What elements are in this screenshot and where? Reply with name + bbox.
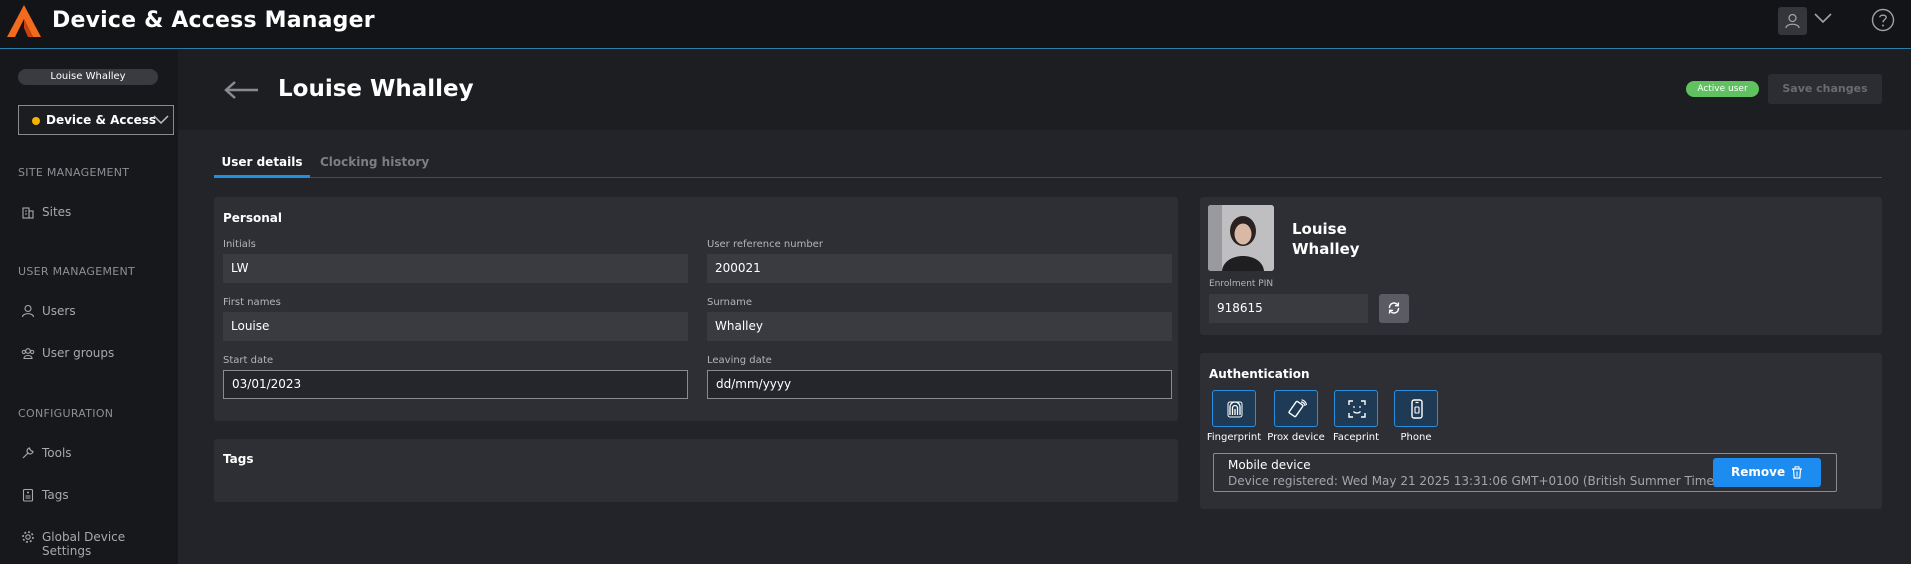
back-arrow-icon[interactable] bbox=[224, 80, 260, 100]
prox-card-icon bbox=[1288, 399, 1307, 418]
authentication-panel: Authentication Fingerprint Prox device F… bbox=[1200, 353, 1882, 509]
enrolment-pin-label: Enrolment PIN bbox=[1209, 279, 1274, 289]
fingerprint-method-button[interactable] bbox=[1212, 390, 1256, 427]
remove-button-label: Remove bbox=[1731, 465, 1786, 479]
profile-panel: Louise Whalley Enrolment PIN 918615 bbox=[1200, 197, 1882, 335]
regenerate-pin-button[interactable] bbox=[1379, 294, 1409, 323]
user-icon bbox=[21, 304, 35, 318]
personal-panel: Personal Initials LW User reference numb… bbox=[214, 197, 1178, 421]
app-logo bbox=[7, 5, 41, 37]
main-content: Louise Whalley Active user Save changes … bbox=[178, 50, 1911, 564]
panel-title: Authentication bbox=[1209, 367, 1310, 381]
fingerprint-label: Fingerprint bbox=[1206, 432, 1262, 443]
panel-title: Personal bbox=[223, 211, 282, 225]
user-group-icon bbox=[21, 348, 35, 360]
wrench-icon bbox=[22, 447, 34, 459]
top-bar: Device & Access Manager bbox=[0, 0, 1911, 49]
sidebar-item-user-groups[interactable]: User groups bbox=[18, 343, 178, 365]
section-title-site-management: SITE MANAGEMENT bbox=[18, 166, 130, 179]
profile-name: Louise Whalley bbox=[1292, 219, 1360, 259]
device-name: Mobile device bbox=[1228, 458, 1311, 472]
leaving-date-label: Leaving date bbox=[707, 355, 772, 366]
section-title-configuration: CONFIGURATION bbox=[18, 407, 114, 420]
section-title-user-management: USER MANAGEMENT bbox=[18, 265, 136, 278]
user-icon bbox=[1785, 13, 1800, 29]
registered-device-card: Mobile device Device registered: Wed May… bbox=[1213, 453, 1837, 492]
surname-field[interactable]: Whalley bbox=[707, 312, 1172, 341]
tags-panel: Tags bbox=[214, 439, 1178, 502]
surname-label: Surname bbox=[707, 297, 752, 308]
trash-icon bbox=[1792, 466, 1802, 479]
sidebar-item-global-device-settings[interactable]: Global Device Settings bbox=[18, 527, 178, 558]
fingerprint-icon bbox=[1227, 401, 1243, 418]
page-header: Louise Whalley Active user Save changes bbox=[178, 50, 1911, 130]
gear-icon bbox=[22, 531, 34, 543]
faceprint-label: Faceprint bbox=[1332, 432, 1380, 443]
chevron-down-icon bbox=[153, 115, 169, 125]
tab-user-details[interactable]: User details bbox=[214, 148, 310, 178]
status-badge: Active user bbox=[1686, 81, 1759, 97]
refresh-icon bbox=[1388, 302, 1400, 314]
sidebar-item-label: Tools bbox=[42, 446, 72, 460]
device-registration-info: Device registered: Wed May 21 2025 13:31… bbox=[1228, 474, 1719, 488]
app-selector-label: Device & Access bbox=[46, 113, 157, 127]
first-names-field[interactable]: Louise bbox=[223, 312, 688, 341]
chevron-down-icon[interactable] bbox=[1814, 12, 1832, 24]
tag-icon bbox=[22, 488, 34, 502]
sidebar-item-label: User groups bbox=[42, 346, 115, 360]
reference-field[interactable]: 200021 bbox=[707, 254, 1172, 283]
sidebar-item-users[interactable]: Users bbox=[18, 301, 178, 323]
app-title: Device & Access Manager bbox=[52, 8, 375, 33]
status-dot bbox=[32, 117, 40, 125]
tab-bar: User details Clocking history bbox=[214, 148, 1882, 178]
start-date-label: Start date bbox=[223, 355, 274, 366]
tab-clocking-history[interactable]: Clocking history bbox=[320, 148, 429, 178]
face-scan-icon bbox=[1348, 400, 1366, 418]
sidebar-item-sites[interactable]: Sites bbox=[18, 202, 178, 224]
first-names-label: First names bbox=[223, 297, 281, 308]
sidebar-item-label: Sites bbox=[42, 205, 72, 219]
sidebar-item-label: Global Device Settings bbox=[42, 530, 126, 558]
phone-label: Phone bbox=[1400, 432, 1432, 443]
phone-icon bbox=[1411, 399, 1423, 419]
sidebar-item-tags[interactable]: Tags bbox=[18, 485, 178, 507]
reference-label: User reference number bbox=[707, 239, 823, 250]
profile-last-name: Whalley bbox=[1292, 240, 1360, 258]
phone-method-button[interactable] bbox=[1394, 390, 1438, 427]
panel-title: Tags bbox=[223, 452, 254, 466]
sidebar-item-label: Tags bbox=[42, 488, 69, 502]
profile-first-name: Louise bbox=[1292, 220, 1347, 238]
prox-device-method-button[interactable] bbox=[1274, 390, 1318, 427]
enrolment-pin-field[interactable]: 918615 bbox=[1209, 294, 1368, 323]
sidebar-item-tools[interactable]: Tools bbox=[18, 443, 178, 465]
current-user-pill: Louise Whalley bbox=[18, 69, 158, 85]
prox-device-label: Prox device bbox=[1267, 432, 1325, 443]
user-menu-button[interactable] bbox=[1778, 7, 1807, 35]
page-title: Louise Whalley bbox=[278, 76, 474, 102]
initials-label: Initials bbox=[223, 239, 256, 250]
sidebar-item-label: Users bbox=[42, 304, 76, 318]
save-changes-button[interactable]: Save changes bbox=[1768, 74, 1882, 104]
start-date-field[interactable]: 03/01/2023 bbox=[223, 370, 688, 399]
remove-device-button[interactable]: Remove bbox=[1713, 458, 1821, 487]
initials-field[interactable]: LW bbox=[223, 254, 688, 283]
app-selector[interactable]: Device & Access bbox=[18, 105, 174, 135]
sidebar: Louise Whalley Device & Access SITE MANA… bbox=[0, 50, 178, 564]
building-icon bbox=[22, 207, 34, 219]
user-photo bbox=[1208, 205, 1274, 271]
faceprint-method-button[interactable] bbox=[1334, 390, 1378, 427]
leaving-date-field[interactable]: dd/mm/yyyy bbox=[707, 370, 1172, 399]
help-circle-icon[interactable] bbox=[1871, 8, 1895, 32]
